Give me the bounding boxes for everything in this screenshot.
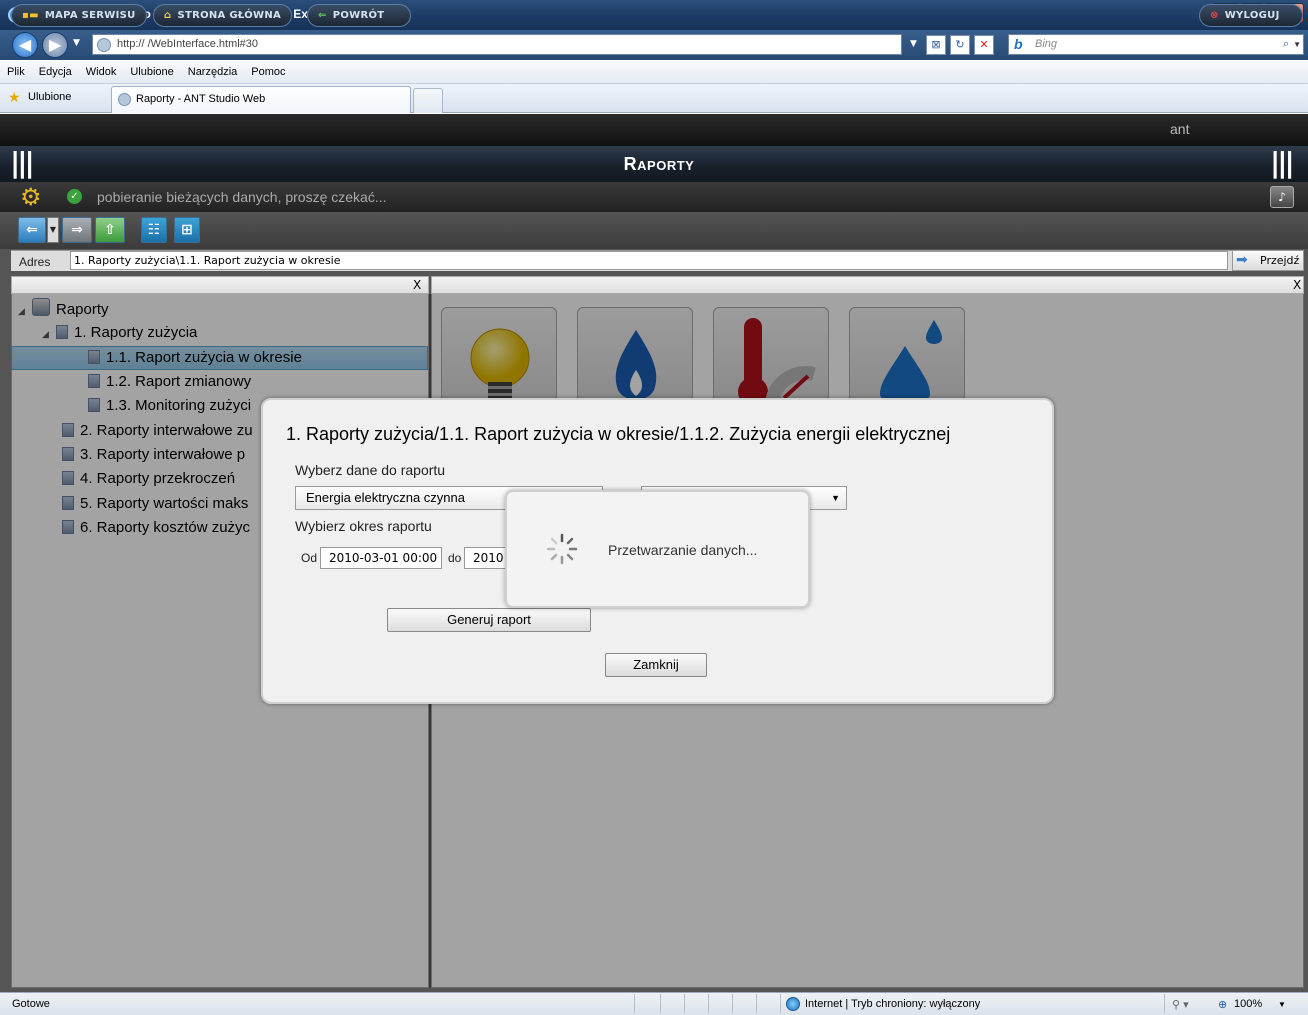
dialog-title: 1. Raporty zużycia/1.1. Raport zużycia w… — [286, 424, 951, 444]
site-map-button[interactable]: ▪▬ MAPA SERWISU — [11, 4, 147, 27]
header-bars-right-icon: ||| — [1270, 146, 1295, 179]
status-divider — [708, 994, 709, 1013]
processing-text: Przetwarzanie danych... — [608, 542, 758, 558]
site-map-icon: ▪▬ — [22, 10, 39, 21]
go-button[interactable]: ➡ Przejdź — [1232, 250, 1304, 271]
tree-back-dropdown-icon[interactable]: ▼ — [47, 217, 59, 243]
status-ok-icon: ✓ — [67, 189, 82, 204]
menu-view[interactable]: Widok — [79, 61, 124, 83]
tree-panel-header — [11, 276, 429, 294]
url-dropdown-icon[interactable]: ▼ — [910, 39, 917, 49]
status-divider — [660, 994, 661, 1013]
tree-panel-close-button[interactable]: X — [413, 278, 421, 292]
status-ready: Gotowe — [12, 998, 50, 1010]
history-dropdown-icon[interactable]: ▼ — [73, 38, 80, 48]
tree-up-folder-button[interactable]: ⇧ — [95, 217, 125, 243]
favorites-star-icon[interactable]: ★ — [8, 90, 21, 106]
favorites-bar: ★ Ulubione Raporty - ANT Studio Web — [0, 84, 1308, 113]
period-label: Wybierz okres raportu — [295, 518, 432, 534]
status-divider — [756, 994, 757, 1013]
tree-back-button[interactable]: ⇐ — [18, 217, 46, 243]
refresh-icon[interactable]: ↻ — [950, 35, 970, 55]
logout-button[interactable]: ⊗ WYLOGUJ — [1199, 4, 1303, 27]
page-favicon-icon — [97, 38, 111, 52]
from-label: Od — [301, 551, 318, 565]
browser-status-bar — [0, 992, 1308, 1015]
content-panel-close-button[interactable]: X — [1293, 278, 1301, 292]
to-label: do — [448, 551, 462, 565]
status-divider — [684, 994, 685, 1013]
status-divider — [1164, 994, 1165, 1013]
menu-edit[interactable]: Edycja — [32, 61, 79, 83]
close-dialog-button[interactable]: Zamknij — [605, 653, 707, 677]
from-date-input[interactable]: 2010-03-01 00:00 — [320, 547, 442, 569]
protected-mode-icon[interactable]: ⚲ ▾ — [1172, 998, 1189, 1011]
search-dropdown-icon[interactable]: ▼ — [1293, 35, 1301, 54]
tab-favicon-icon — [118, 93, 131, 106]
data-select-label: Wyberz dane do raportu — [295, 462, 446, 478]
stop-icon[interactable]: ✕ — [974, 35, 994, 55]
compat-view-icon[interactable]: ⊠ — [926, 35, 946, 55]
page-title: Raporty — [623, 154, 695, 174]
gear-icon[interactable]: ⚙ — [20, 183, 42, 211]
search-icon[interactable]: ⌕ — [1283, 35, 1289, 54]
user-name: ant — [1170, 121, 1190, 137]
status-divider — [732, 994, 733, 1013]
back-button[interactable]: ⇐ POWRÓT — [307, 4, 411, 27]
forward-arrow-icon[interactable]: ▶ — [42, 32, 68, 58]
logout-icon: ⊗ — [1210, 10, 1219, 21]
tiles-view-button[interactable]: ⊞ — [174, 217, 200, 243]
sound-toggle-icon[interactable]: ♪ — [1270, 186, 1294, 208]
bing-logo-icon: b — [1014, 36, 1023, 52]
zoom-level[interactable]: 100% — [1234, 998, 1262, 1010]
menu-favorites[interactable]: Ulubione — [123, 61, 180, 83]
new-tab-button[interactable] — [413, 88, 443, 113]
favorites-button[interactable]: Ulubione — [28, 91, 71, 103]
status-divider — [634, 994, 635, 1013]
address-input[interactable]: 1. Raporty zużycia\1.1. Raport zużycia w… — [70, 251, 1228, 270]
back-arrow-icon[interactable]: ◀ — [12, 32, 38, 58]
home-icon: ⌂ — [164, 10, 172, 21]
generate-report-button[interactable]: Generuj raport — [387, 608, 591, 632]
security-zone[interactable]: Internet | Tryb chroniony: wyłączony — [805, 998, 980, 1010]
tree-forward-button[interactable]: ⇒ — [62, 217, 92, 243]
back-arrow-icon: ⇐ — [318, 10, 327, 21]
status-divider — [780, 994, 781, 1013]
address-label: Adres — [19, 255, 51, 269]
status-message: pobieranie bieżących danych, proszę czek… — [97, 189, 387, 205]
app-top-nav — [0, 114, 1308, 146]
tree-view-button[interactable]: ☷ — [141, 217, 167, 243]
search-input[interactable]: b Bing ⌕ ▼ — [1008, 34, 1304, 55]
zoom-icon[interactable]: ⊕ — [1218, 998, 1227, 1011]
internet-globe-icon — [786, 997, 800, 1011]
url-input[interactable]: http:// /WebInterface.html#30 — [92, 34, 902, 55]
home-button[interactable]: ⌂ STRONA GŁÓWNA — [153, 4, 293, 27]
menu-bar: Plik Edycja Widok Ulubione Narzędzia Pomoc — [0, 61, 1308, 84]
address-toolbar: ◀ ▶ ▼ http:// /WebInterface.html#30 ▼ ⊠ … — [0, 30, 1308, 60]
go-arrow-icon: ➡ — [1236, 252, 1248, 268]
browser-tab-active[interactable]: Raporty - ANT Studio Web — [111, 86, 411, 113]
content-panel-header — [431, 276, 1304, 294]
menu-help[interactable]: Pomoc — [244, 61, 292, 83]
menu-file[interactable]: Plik — [0, 61, 32, 83]
menu-tools[interactable]: Narzędzia — [181, 61, 245, 83]
loading-spinner-icon — [546, 533, 578, 565]
chevron-down-icon: ▼ — [831, 493, 840, 503]
zoom-dropdown-icon[interactable]: ▼ — [1278, 1000, 1286, 1009]
